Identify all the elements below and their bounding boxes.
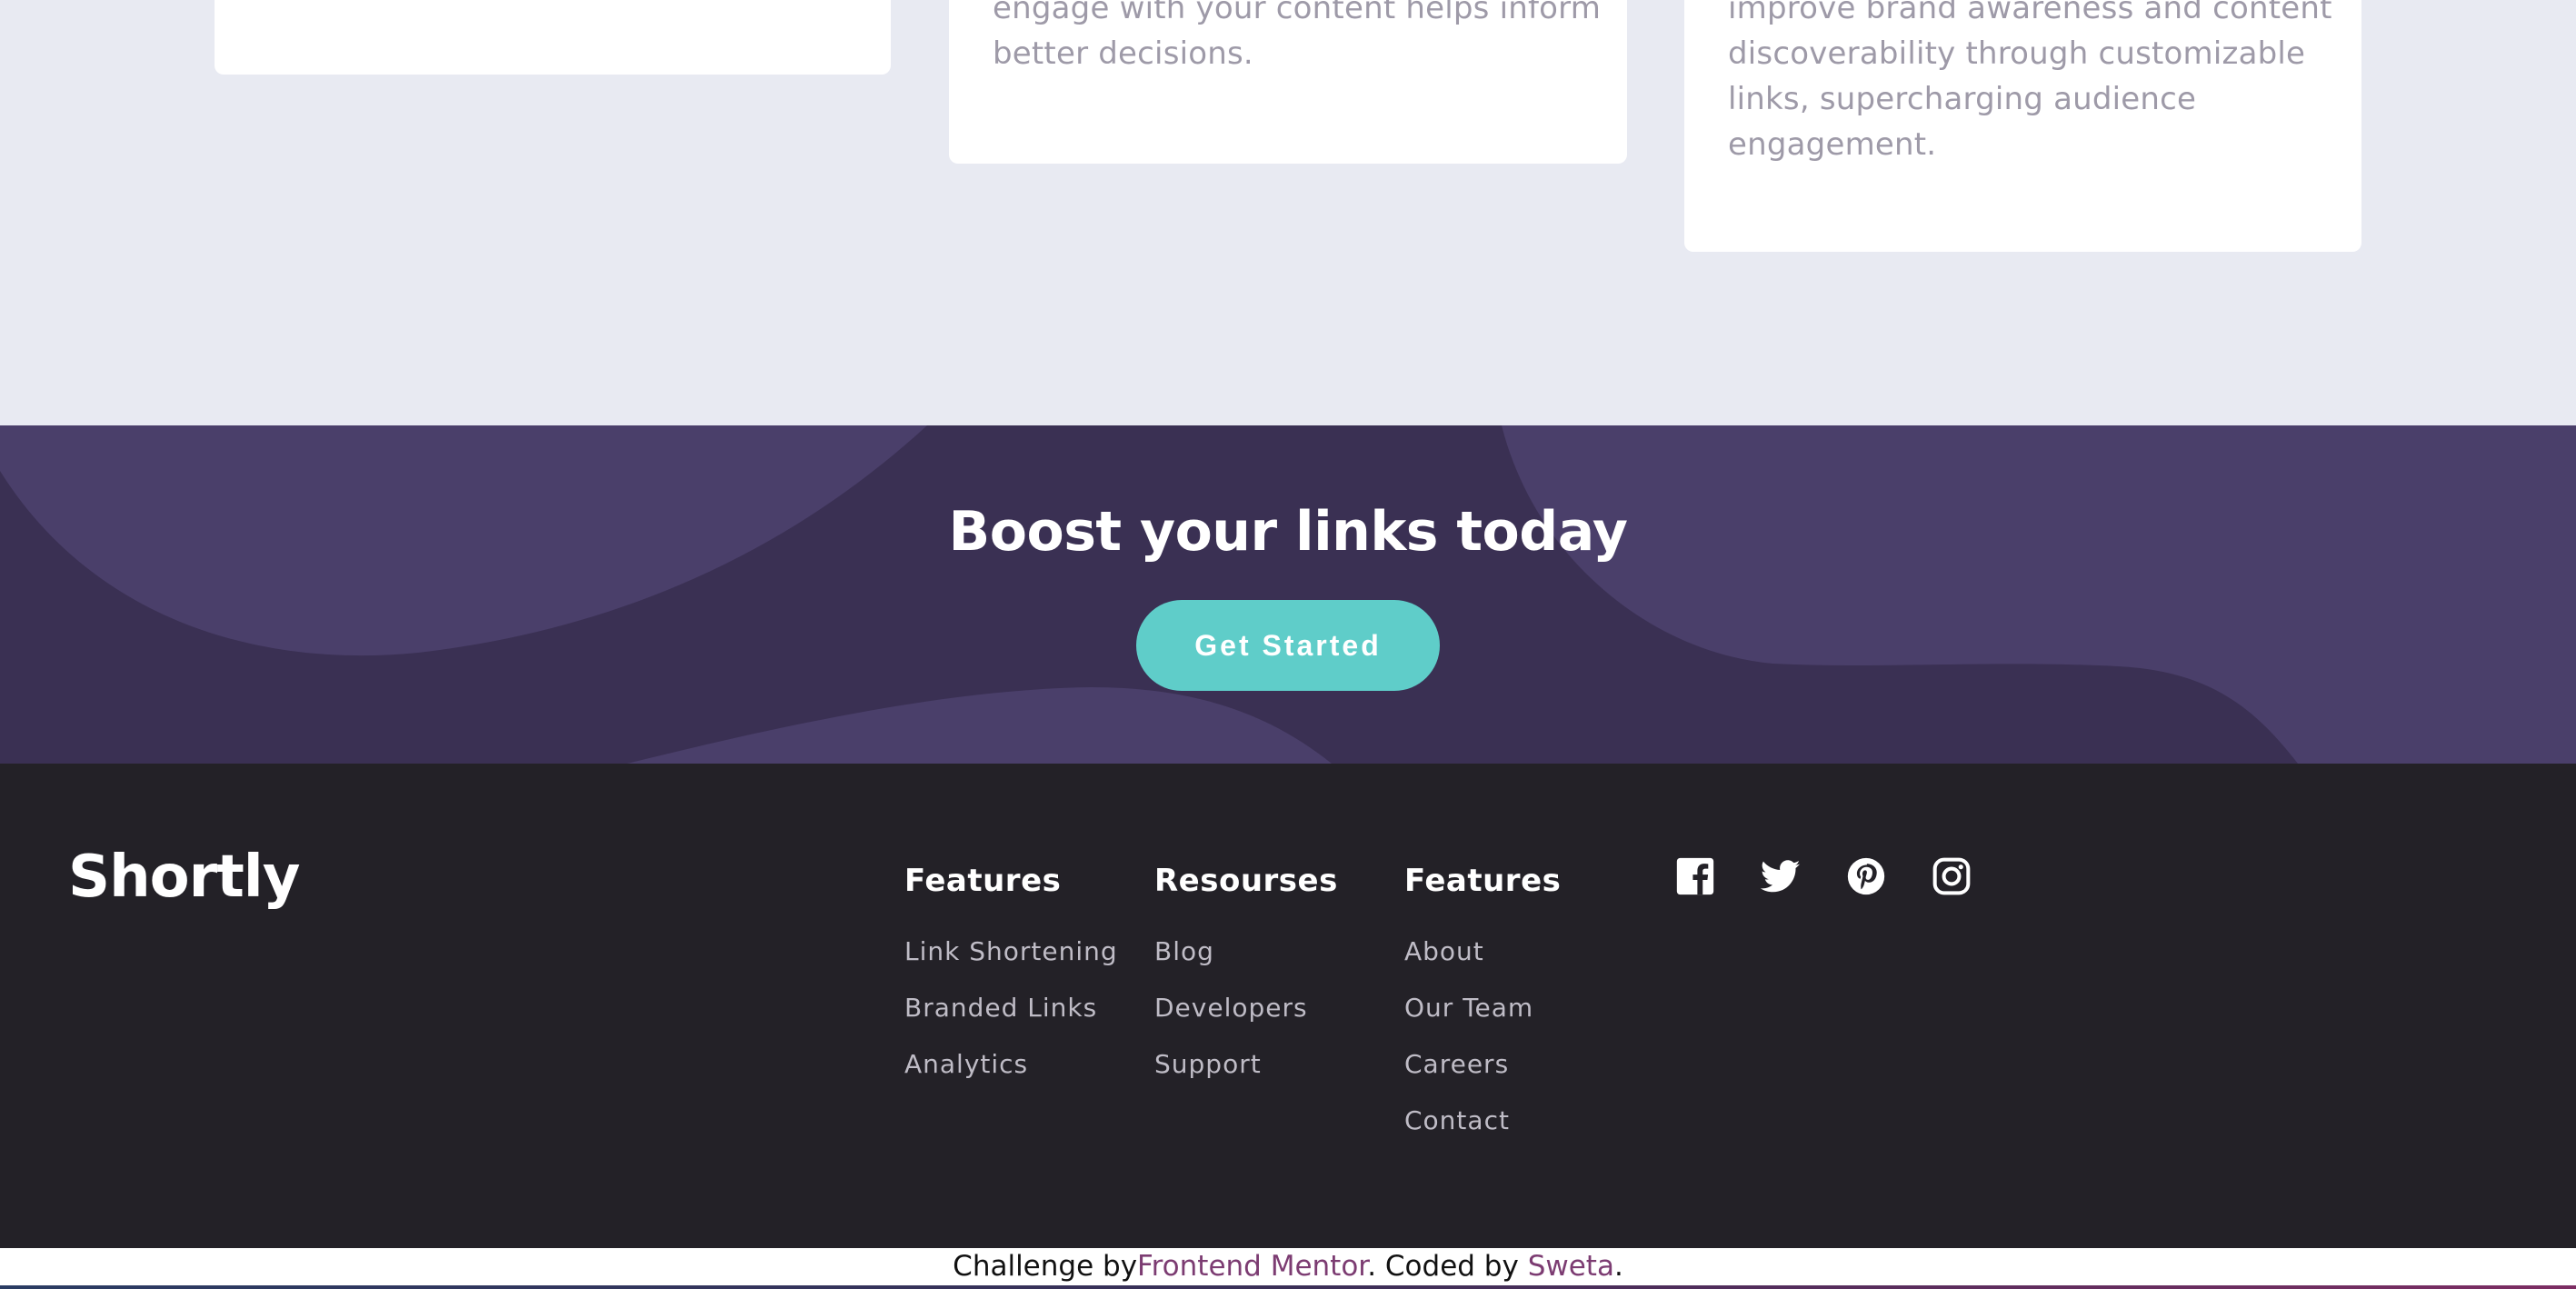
wave-shape — [627, 687, 1332, 764]
footer-link-our-team[interactable]: Our Team — [1404, 993, 1561, 1049]
footer-logo[interactable]: Shortly — [68, 844, 300, 911]
footer-column-heading: Resourses — [1154, 863, 1338, 899]
attribution-bar: Challenge byFrontend Mentor. Coded by Sw… — [0, 1248, 2576, 1289]
wave-shape — [1502, 425, 2576, 764]
page: engage with your content helps inform be… — [0, 0, 2576, 1289]
statistic-card-1 — [215, 0, 891, 75]
footer-link-list: About Our Team Careers Contact — [1404, 936, 1561, 1162]
instagram-icon[interactable] — [1932, 856, 1972, 896]
decorative-waves — [0, 425, 2576, 764]
attribution-border — [0, 1285, 2576, 1289]
attribution-prefix: Challenge by — [953, 1250, 1138, 1283]
card-description-line: better decisions. — [993, 35, 1253, 72]
card-description-line: discoverability through customizable — [1728, 35, 2306, 72]
get-started-button[interactable]: Get Started — [1136, 600, 1440, 691]
card-description: improve brand awareness and content disc… — [1728, 0, 2346, 167]
author-link[interactable]: Sweta — [1528, 1250, 1614, 1283]
footer-column-resources: Resourses Blog Developers Support — [1154, 858, 1338, 1105]
footer-link-support[interactable]: Support — [1154, 1049, 1338, 1105]
footer-link-blog[interactable]: Blog — [1154, 936, 1338, 993]
footer-link-branded-links[interactable]: Branded Links — [904, 993, 1118, 1049]
facebook-icon[interactable] — [1675, 856, 1715, 896]
footer-link-analytics[interactable]: Analytics — [904, 1049, 1118, 1105]
footer-link-careers[interactable]: Careers — [1404, 1049, 1561, 1105]
statistic-card-2: engage with your content helps inform be… — [949, 0, 1627, 164]
twitter-icon[interactable] — [1761, 856, 1801, 896]
card-description-line: links, supercharging audience — [1728, 81, 2197, 117]
footer-link-list: Blog Developers Support — [1154, 936, 1338, 1105]
boost-banner: Boost your links today Get Started — [0, 425, 2576, 764]
footer-column-heading: Features — [904, 863, 1062, 899]
footer-column-company: Features About Our Team Careers Contact — [1404, 858, 1561, 1162]
card-description: engage with your content helps inform be… — [993, 0, 1611, 76]
footer-link-developers[interactable]: Developers — [1154, 993, 1338, 1049]
footer-column-features: Features Link Shortening Branded Links A… — [904, 858, 1118, 1105]
statistics-section: engage with your content helps inform be… — [0, 0, 2576, 425]
social-links — [1675, 856, 1972, 896]
frontend-mentor-link[interactable]: Frontend Mentor — [1137, 1250, 1367, 1283]
card-description-line: engage with your content helps inform — [993, 0, 1602, 26]
card-description-line: engagement. — [1728, 126, 1937, 163]
boost-title: Boost your links today — [948, 500, 1628, 564]
footer-column-heading: Features — [1404, 863, 1562, 899]
attribution-middle: . Coded by — [1367, 1250, 1528, 1283]
statistic-card-3: improve brand awareness and content disc… — [1684, 0, 2361, 252]
footer-link-list: Link Shortening Branded Links Analytics — [904, 936, 1118, 1105]
footer-link-contact[interactable]: Contact — [1404, 1105, 1561, 1162]
footer-link-about[interactable]: About — [1404, 936, 1561, 993]
footer-link-link-shortening[interactable]: Link Shortening — [904, 936, 1118, 993]
pinterest-icon[interactable] — [1846, 856, 1886, 896]
attribution-suffix: . — [1613, 1250, 1623, 1283]
card-description-line: improve brand awareness and content — [1728, 0, 2332, 26]
footer: Shortly Features Link Shortening Branded… — [0, 764, 2576, 1248]
